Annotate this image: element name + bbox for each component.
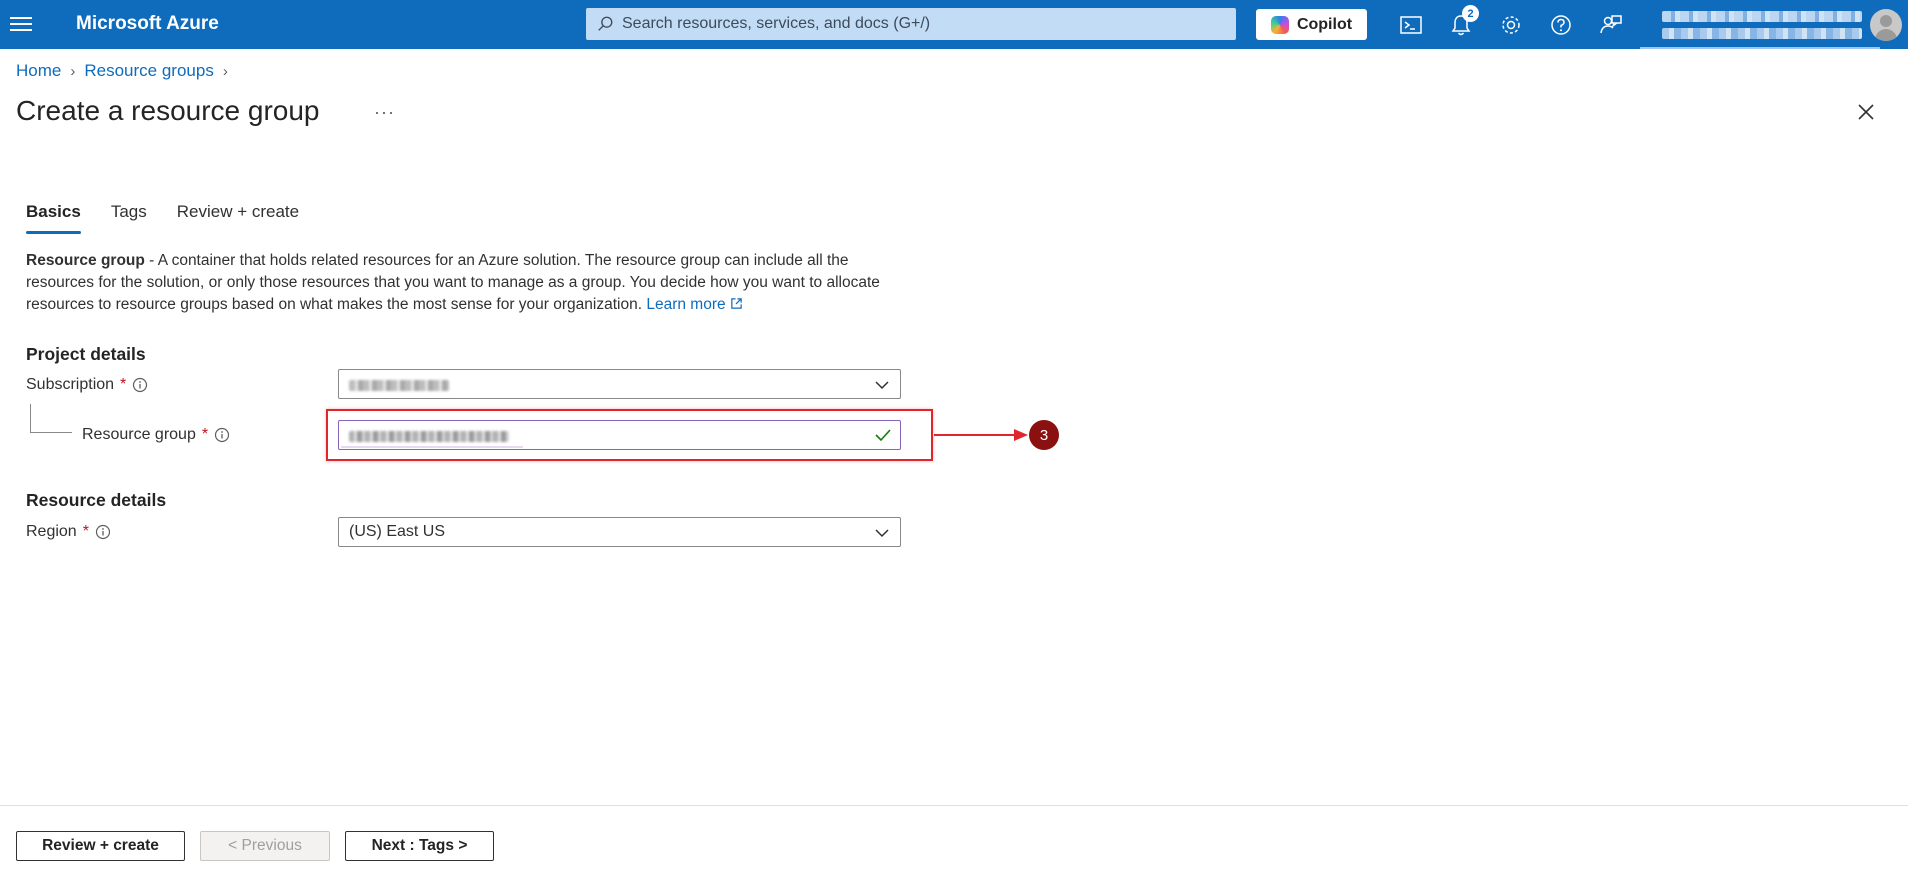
resource-group-description: Resource group - A container that holds … bbox=[26, 250, 896, 316]
help-icon[interactable] bbox=[1548, 12, 1574, 38]
copilot-button[interactable]: Copilot bbox=[1256, 9, 1367, 40]
copilot-icon bbox=[1270, 15, 1289, 34]
tree-connector bbox=[30, 404, 72, 433]
region-value: (US) East US bbox=[349, 523, 446, 540]
account-underline bbox=[1640, 47, 1880, 49]
brand-title[interactable]: Microsoft Azure bbox=[76, 13, 219, 35]
avatar[interactable] bbox=[1870, 9, 1902, 41]
wizard-tabs: Basics Tags Review + create bbox=[26, 202, 299, 234]
notification-count-badge: 2 bbox=[1462, 5, 1479, 22]
settings-gear-icon[interactable] bbox=[1498, 12, 1524, 38]
learn-more-link[interactable]: Learn more bbox=[646, 296, 743, 313]
top-bar: Microsoft Azure Copilot 2 bbox=[0, 0, 1908, 49]
menu-icon[interactable] bbox=[10, 13, 32, 35]
breadcrumb-home[interactable]: Home bbox=[16, 61, 61, 81]
region-label: Region * bbox=[26, 523, 111, 541]
feedback-icon[interactable] bbox=[1598, 12, 1624, 38]
footer-divider bbox=[0, 805, 1908, 806]
region-dropdown[interactable]: (US) East US bbox=[338, 517, 901, 547]
account-directory-redacted bbox=[1662, 28, 1862, 39]
required-asterisk: * bbox=[82, 523, 89, 540]
breadcrumb: Home › Resource groups › bbox=[16, 61, 228, 81]
copilot-label: Copilot bbox=[1296, 15, 1353, 33]
description-term: Resource group bbox=[26, 252, 145, 269]
search-icon bbox=[598, 16, 613, 31]
annotation-step-badge: 3 bbox=[1029, 420, 1059, 450]
search-box[interactable] bbox=[586, 8, 1236, 40]
previous-button[interactable]: < Previous bbox=[200, 831, 330, 861]
project-details-heading: Project details bbox=[26, 344, 146, 364]
required-asterisk: * bbox=[120, 376, 127, 393]
close-icon[interactable] bbox=[1856, 102, 1876, 122]
account-name-redacted bbox=[1662, 11, 1862, 22]
info-icon[interactable] bbox=[214, 427, 230, 443]
info-icon[interactable] bbox=[132, 377, 148, 393]
breadcrumb-resource-groups[interactable]: Resource groups bbox=[84, 61, 213, 81]
description-text: - A container that holds related resourc… bbox=[26, 252, 880, 313]
tab-review-create[interactable]: Review + create bbox=[177, 202, 299, 234]
required-asterisk: * bbox=[201, 426, 209, 443]
review-create-button[interactable]: Review + create bbox=[16, 831, 185, 861]
chevron-down-icon bbox=[875, 529, 889, 538]
info-icon[interactable] bbox=[95, 524, 111, 540]
subscription-label: Subscription * bbox=[26, 376, 148, 394]
resource-group-label: Resource group * bbox=[82, 426, 230, 444]
chevron-down-icon bbox=[875, 381, 889, 390]
tab-tags[interactable]: Tags bbox=[111, 202, 147, 234]
annotation-highlight-box bbox=[326, 409, 933, 461]
annotation-arrow-icon bbox=[934, 429, 1028, 441]
search-input[interactable] bbox=[622, 8, 1222, 40]
tab-basics[interactable]: Basics bbox=[26, 202, 81, 234]
subscription-value-redacted bbox=[349, 380, 449, 391]
breadcrumb-chevron-icon: › bbox=[222, 62, 228, 80]
subscription-dropdown[interactable] bbox=[338, 369, 901, 399]
external-link-icon bbox=[731, 298, 742, 309]
breadcrumb-chevron-icon: › bbox=[70, 62, 76, 80]
more-options-button[interactable]: ··· bbox=[374, 102, 395, 123]
page-title: Create a resource group bbox=[16, 95, 320, 126]
cloud-shell-icon[interactable] bbox=[1398, 12, 1424, 38]
resource-details-heading: Resource details bbox=[26, 490, 167, 510]
account-menu[interactable] bbox=[1640, 8, 1880, 49]
next-tags-button[interactable]: Next : Tags > bbox=[345, 831, 494, 861]
